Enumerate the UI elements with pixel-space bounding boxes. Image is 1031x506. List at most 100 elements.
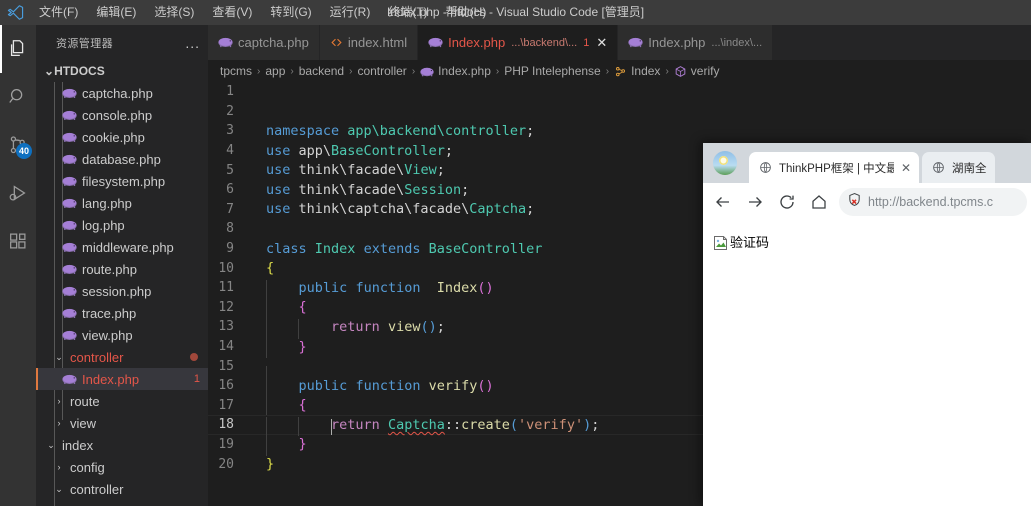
extensions-icon xyxy=(10,233,26,249)
tree-folder-row[interactable]: › route xyxy=(36,390,208,412)
tree-file-row[interactable]: database.php xyxy=(36,148,208,170)
line-number: 13 xyxy=(218,319,234,335)
breadcrumb-item[interactable]: PHP Intelephense xyxy=(504,64,601,78)
tree-item-label: log.php xyxy=(82,217,125,233)
browser-tab-strip: ThinkPHP框架 | 中文最佳实践 ✕ 湖南全 xyxy=(703,143,1031,183)
code-line[interactable]: 2 xyxy=(208,102,1031,122)
chevron-right-icon: › xyxy=(57,462,61,472)
method-symbol-icon xyxy=(674,65,687,78)
code-line[interactable]: 1 xyxy=(208,82,1031,102)
editor-tab-active[interactable]: Index.php ...\backend\... 1 ✕ xyxy=(418,25,619,60)
tree-folder-row[interactable]: ⌄ controller xyxy=(36,346,208,368)
breadcrumb-label: Index xyxy=(631,63,661,78)
breadcrumb-item[interactable]: app xyxy=(265,64,285,78)
breadcrumb-separator: › xyxy=(257,65,261,77)
menu-bar[interactable]: 文件(F) 编辑(E) 选择(S) 查看(V) 转到(G) 运行(R) 终端(T… xyxy=(30,0,495,25)
tree-file-row[interactable]: Index.php xyxy=(36,500,208,506)
broken-image-icon xyxy=(713,235,729,256)
forward-button[interactable] xyxy=(739,186,771,218)
tree-file-row[interactable]: route.php xyxy=(36,258,208,280)
html-file-icon xyxy=(330,36,343,49)
tree-file-row[interactable]: console.php xyxy=(36,104,208,126)
problem-count-badge: 1 xyxy=(193,373,200,385)
editor-tab[interactable]: index.html xyxy=(319,25,419,60)
profile-avatar-icon[interactable] xyxy=(713,151,737,175)
breadcrumb-label: tpcms xyxy=(220,64,253,78)
browser-tab-inactive[interactable]: 湖南全 xyxy=(922,152,995,183)
home-button[interactable] xyxy=(803,186,835,218)
tree-file-row[interactable]: trace.php xyxy=(36,302,208,324)
code-text: use app\BaseController; xyxy=(266,142,453,159)
tab-bar-empty-space xyxy=(773,25,1031,60)
tree-file-row[interactable]: captcha.php xyxy=(36,82,208,104)
vscode-window: 文件(F) 编辑(E) 选择(S) 查看(V) 转到(G) 运行(R) 终端(T… xyxy=(0,0,1031,506)
code-text: public function verify() xyxy=(250,377,494,398)
tree-item-label: filesystem.php xyxy=(82,173,166,189)
menu-file[interactable]: 文件(F) xyxy=(30,0,87,25)
tree-file-row[interactable]: Index.php 1 xyxy=(36,368,208,390)
breadcrumb-separator: › xyxy=(665,65,669,77)
close-icon[interactable]: ✕ xyxy=(596,35,607,51)
breadcrumb-item[interactable]: tpcms xyxy=(220,64,252,78)
code-text: { xyxy=(266,260,275,277)
sidebar-root-folder[interactable]: ⌄ HTDOCS xyxy=(36,60,208,82)
breadcrumb-item[interactable]: Index xyxy=(614,64,660,78)
menu-run[interactable]: 运行(R) xyxy=(321,0,380,25)
code-text: } xyxy=(266,456,275,473)
code-text: { xyxy=(250,299,307,319)
sidebar-more-actions-button[interactable]: ... xyxy=(185,36,200,50)
browser-window: ThinkPHP框架 | 中文最佳实践 ✕ 湖南全 xyxy=(703,143,1031,506)
address-bar[interactable]: http://backend.tpcms.c xyxy=(839,188,1027,216)
tree-item-label: captcha.php xyxy=(82,85,153,101)
close-icon[interactable]: ✕ xyxy=(901,161,911,175)
code-line[interactable]: 3 namespace app\backend\controller; xyxy=(208,121,1031,141)
activity-explorer[interactable] xyxy=(0,25,36,73)
editor-tab[interactable]: captcha.php xyxy=(208,25,320,60)
activity-extensions[interactable] xyxy=(0,217,36,265)
php-file-icon xyxy=(60,330,78,341)
tree-file-row[interactable]: view.php xyxy=(36,324,208,346)
reload-button[interactable] xyxy=(771,186,803,218)
menu-selection[interactable]: 选择(S) xyxy=(145,0,203,25)
tree-file-row[interactable]: session.php xyxy=(36,280,208,302)
line-number: 9 xyxy=(226,241,234,257)
editor-tab-path: ...\backend\... xyxy=(511,36,578,49)
tree-folder-row[interactable]: ⌄ index xyxy=(36,434,208,456)
menu-edit[interactable]: 编辑(E) xyxy=(87,0,145,25)
file-tree: captcha.php console.php cookie.php database… xyxy=(36,82,208,506)
tree-folder-row[interactable]: › config xyxy=(36,456,208,478)
tree-folder-row[interactable]: ⌄ controller xyxy=(36,478,208,500)
php-file-icon xyxy=(60,154,78,165)
breadcrumb-item[interactable]: controller xyxy=(357,64,406,78)
php-file-icon xyxy=(60,198,78,209)
line-number: 16 xyxy=(218,378,234,394)
not-secure-shield-icon[interactable] xyxy=(847,192,862,212)
activity-run-debug[interactable] xyxy=(0,169,36,217)
menu-view[interactable]: 查看(V) xyxy=(203,0,261,25)
back-button[interactable] xyxy=(707,186,739,218)
activity-search[interactable] xyxy=(0,73,36,121)
browser-tab-active[interactable]: ThinkPHP框架 | 中文最佳实践 ✕ xyxy=(749,152,919,183)
code-text: use think\facade\Session; xyxy=(266,181,470,198)
menu-go[interactable]: 转到(G) xyxy=(261,0,320,25)
breadcrumb-item[interactable]: verify xyxy=(674,64,719,78)
explorer-sidebar: 资源管理器 ... ⌄ HTDOCS captcha.php console.ph… xyxy=(36,25,208,506)
tree-item-label: trace.php xyxy=(82,305,137,321)
tree-file-row[interactable]: lang.php xyxy=(36,192,208,214)
line-number: 14 xyxy=(218,339,234,355)
breadcrumb-separator: › xyxy=(290,65,294,77)
breadcrumb-item[interactable]: backend xyxy=(299,64,344,78)
tree-file-row[interactable]: filesystem.php xyxy=(36,170,208,192)
editor-tab[interactable]: Index.php ...\index\... xyxy=(618,25,774,60)
tree-folder-row[interactable]: › view xyxy=(36,412,208,434)
menu-help[interactable]: 帮助(H) xyxy=(437,0,496,25)
tree-file-row[interactable]: log.php xyxy=(36,214,208,236)
tree-file-row[interactable]: middleware.php xyxy=(36,236,208,258)
activity-source-control[interactable]: 40 xyxy=(0,121,36,169)
breadcrumb: tpcms › app › backend › controller › Index.php › P… xyxy=(208,60,1031,82)
sidebar-header: 资源管理器 ... xyxy=(36,25,208,60)
menu-terminal[interactable]: 终端(T) xyxy=(379,0,436,25)
tree-file-row[interactable]: cookie.php xyxy=(36,126,208,148)
line-number: 18 xyxy=(218,417,234,433)
breadcrumb-item[interactable]: Index.php xyxy=(420,64,491,78)
